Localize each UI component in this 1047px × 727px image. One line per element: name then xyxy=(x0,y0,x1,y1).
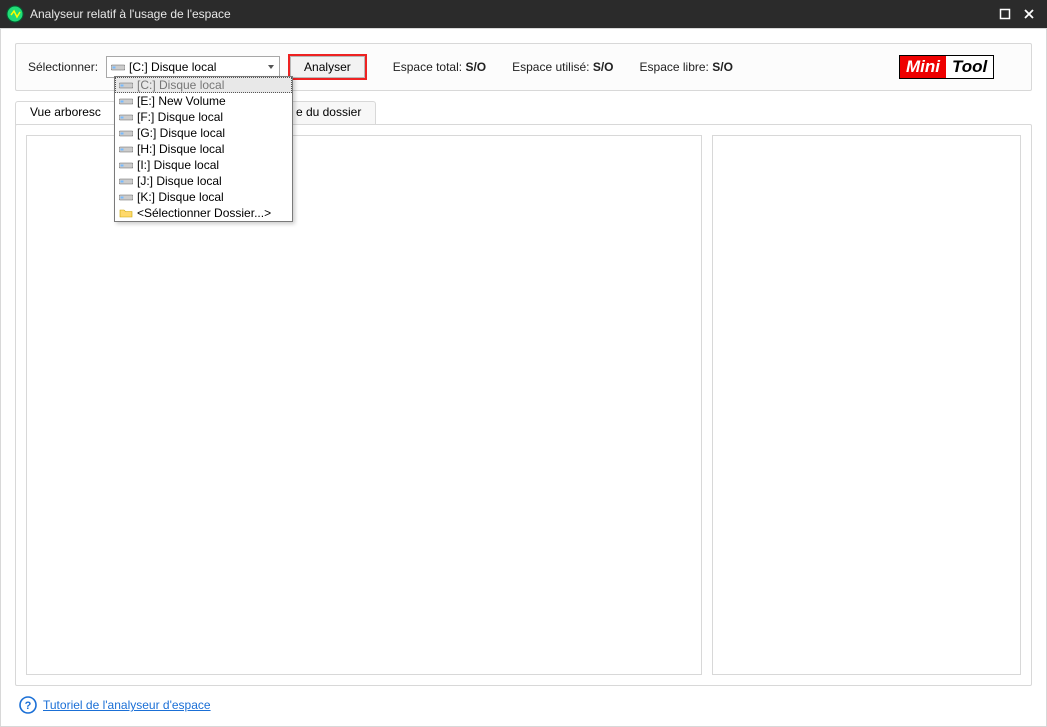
close-button[interactable] xyxy=(1017,4,1041,24)
drive-dropdown[interactable]: [C:] Disque local [E:] New Volume [F:] Dis… xyxy=(114,76,293,222)
drive-icon xyxy=(119,95,133,107)
dropdown-item-label: [E:] New Volume xyxy=(137,94,226,108)
folder-icon xyxy=(119,207,133,219)
dropdown-item-label: [C:] Disque local xyxy=(137,78,224,92)
dropdown-item-label: <Sélectionner Dossier...> xyxy=(137,206,271,220)
help-icon: ? xyxy=(19,696,37,714)
tab-folder-view-fragment[interactable]: e du dossier xyxy=(281,101,376,125)
dropdown-item[interactable]: [C:] Disque local xyxy=(115,77,292,93)
dropdown-item[interactable]: [K:] Disque local xyxy=(115,189,292,205)
select-label: Sélectionner: xyxy=(28,60,98,74)
drive-icon xyxy=(119,175,133,187)
stat-used: Espace utilisé: S/O xyxy=(512,60,613,74)
dropdown-item[interactable]: [G:] Disque local xyxy=(115,125,292,141)
dropdown-item[interactable]: [F:] Disque local xyxy=(115,109,292,125)
footer: ? Tutoriel de l'analyseur d'espace xyxy=(15,686,1032,722)
window-title: Analyseur relatif à l'usage de l'espace xyxy=(30,7,993,21)
analyze-button[interactable]: Analyser xyxy=(288,54,367,80)
tab-tree-view[interactable]: Vue arboresc xyxy=(15,101,116,125)
dropdown-item-label: [G:] Disque local xyxy=(137,126,225,140)
drive-icon xyxy=(119,79,133,91)
dropdown-item[interactable]: [H:] Disque local xyxy=(115,141,292,157)
dropdown-item[interactable]: <Sélectionner Dossier...> xyxy=(115,205,292,221)
dropdown-item[interactable]: [E:] New Volume xyxy=(115,93,292,109)
chevron-down-icon xyxy=(263,62,279,72)
drive-icon xyxy=(119,111,133,123)
stat-free: Espace libre: S/O xyxy=(640,60,733,74)
dropdown-item-label: [J:] Disque local xyxy=(137,174,222,188)
dropdown-item-label: [K:] Disque local xyxy=(137,190,224,204)
maximize-button[interactable] xyxy=(993,4,1017,24)
detail-panel xyxy=(712,135,1021,675)
drive-icon xyxy=(119,143,133,155)
app-icon xyxy=(6,5,24,23)
tutorial-link[interactable]: Tutoriel de l'analyseur d'espace xyxy=(43,698,211,712)
drive-icon xyxy=(119,127,133,139)
dropdown-item[interactable]: [I:] Disque local xyxy=(115,157,292,173)
window-body: Sélectionner: [C:] Disque local Analyser… xyxy=(0,28,1047,727)
combo-selected-text: [C:] Disque local xyxy=(129,60,263,74)
drive-icon xyxy=(111,61,125,73)
dropdown-item[interactable]: [J:] Disque local xyxy=(115,173,292,189)
drive-icon xyxy=(119,159,133,171)
title-bar: Analyseur relatif à l'usage de l'espace xyxy=(0,0,1047,28)
minitool-logo: Mini Tool xyxy=(899,55,1019,79)
drive-select-combo[interactable]: [C:] Disque local xyxy=(106,56,280,78)
analyze-button-label: Analyser xyxy=(304,60,351,74)
dropdown-item-label: [I:] Disque local xyxy=(137,158,219,172)
stat-total: Espace total: S/O xyxy=(393,60,486,74)
dropdown-item-label: [H:] Disque local xyxy=(137,142,224,156)
drive-icon xyxy=(119,191,133,203)
svg-text:?: ? xyxy=(25,700,32,712)
dropdown-item-label: [F:] Disque local xyxy=(137,110,223,124)
